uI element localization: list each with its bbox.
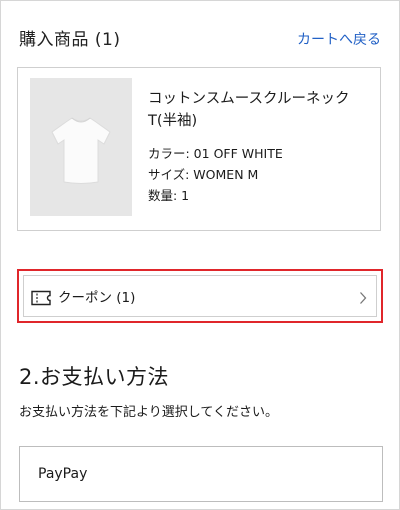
product-size: サイズ: WOMEN M <box>148 167 259 182</box>
payment-section-description: お支払い方法を下記より選択してください。 <box>19 405 278 420</box>
purchased-items-header: 購入商品 (1) カートへ戻る <box>19 27 381 53</box>
product-info: コットンスムースクルーネックT(半袖) カラー: 01 OFF WHITE サイ… <box>148 88 372 206</box>
payment-section-title: 2.お支払い方法 <box>19 365 170 389</box>
coupon-label: クーポン (1) <box>58 290 136 306</box>
product-card: コットンスムースクルーネックT(半袖) カラー: 01 OFF WHITE サイ… <box>17 67 381 231</box>
product-quantity: 数量: 1 <box>148 188 190 203</box>
product-name[interactable]: コットンスムースクルーネックT(半袖) <box>148 88 372 132</box>
coupon-button[interactable]: クーポン (1) <box>17 269 383 323</box>
checkout-page: 購入商品 (1) カートへ戻る コットンスムースクルーネックT(半袖) カラー:… <box>0 0 400 510</box>
white-tshirt-icon <box>51 117 111 184</box>
product-color: カラー: 01 OFF WHITE <box>148 146 283 161</box>
payment-option-label: PayPay <box>38 466 88 482</box>
chevron-right-icon <box>360 292 367 304</box>
purchased-items-title: 購入商品 (1) <box>19 30 121 50</box>
coupon-row-inner: クーポン (1) <box>23 275 377 317</box>
payment-option-paypay[interactable]: PayPay <box>19 446 383 502</box>
product-image <box>30 78 132 216</box>
back-to-cart-link[interactable]: カートへ戻る <box>297 30 381 50</box>
ticket-icon <box>31 290 51 306</box>
